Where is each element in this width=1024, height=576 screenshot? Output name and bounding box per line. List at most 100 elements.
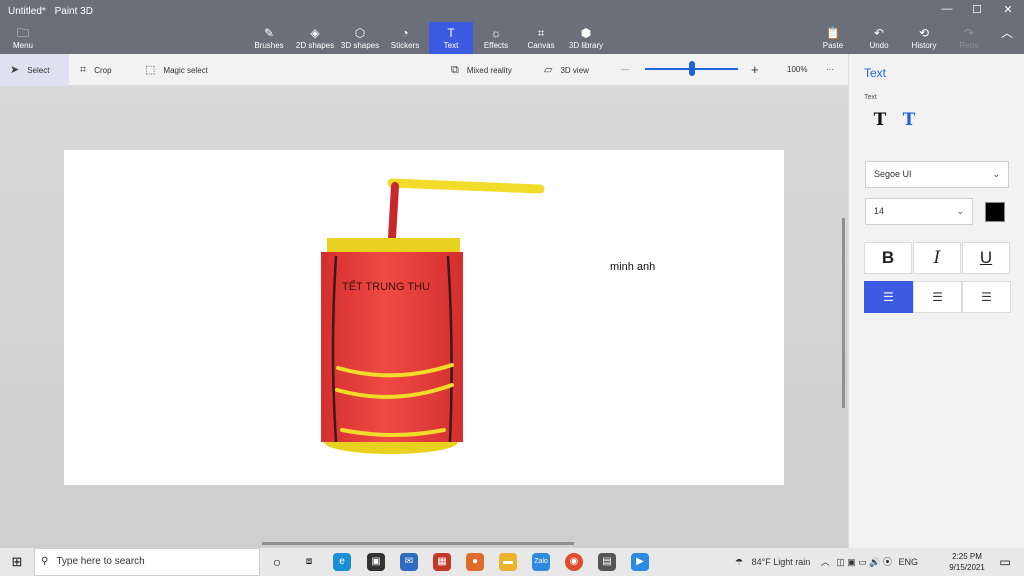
- zoom-slider-thumb[interactable]: [689, 61, 695, 76]
- file-explorer-icon[interactable]: ▬: [499, 553, 517, 571]
- 2d-shapes-label: 2D shapes: [295, 41, 335, 50]
- maximize-button[interactable]: ☐: [962, 3, 992, 19]
- vertical-scrollbar[interactable]: [842, 218, 845, 408]
- 2d-shapes-button[interactable]: ◈ 2D shapes: [294, 22, 336, 54]
- align-left-icon: ☰: [883, 290, 894, 304]
- paint3d-icon[interactable]: ●: [466, 553, 484, 571]
- document-title: Untitled*: [8, 6, 46, 17]
- effects-button[interactable]: ☼ Effects: [480, 22, 512, 54]
- align-right-button[interactable]: ☰: [962, 281, 1011, 313]
- clock[interactable]: 2:25 PM 9/15/2021: [946, 551, 988, 573]
- lantern-caption[interactable]: TẾT TRUNG THU: [342, 280, 430, 293]
- app-icon[interactable]: ▦: [433, 553, 451, 571]
- align-right-icon: ☰: [981, 290, 992, 304]
- lantern-top-cap[interactable]: [327, 238, 460, 254]
- text-tool-button[interactable]: T Text: [429, 22, 473, 54]
- search-placeholder: Type here to search: [56, 556, 145, 567]
- bold-button[interactable]: B: [864, 242, 912, 274]
- redo-label: Redo: [959, 41, 979, 50]
- canvas-label: Canvas: [527, 41, 555, 50]
- zoom-app-icon[interactable]: ▶: [631, 553, 649, 571]
- crop-button[interactable]: ⌗ Crop: [80, 54, 112, 86]
- zoom-level[interactable]: 100%: [787, 54, 807, 86]
- underline-button[interactable]: U: [962, 242, 1010, 274]
- 3d-library-button[interactable]: ⬢ 3D library: [566, 22, 606, 54]
- weather-text[interactable]: 84°F Light rain: [752, 557, 811, 567]
- more-options-button[interactable]: ···: [826, 54, 834, 86]
- paste-button[interactable]: 📋 Paste: [818, 22, 848, 54]
- zoom-in-button[interactable]: +: [751, 54, 759, 86]
- magic-select-button[interactable]: ⬚ Magic select: [145, 54, 208, 86]
- 2d-text-icon[interactable]: T: [869, 110, 891, 132]
- clock-time: 2:25 PM: [952, 552, 982, 561]
- close-button[interactable]: ✕: [993, 3, 1023, 19]
- store-icon[interactable]: ▣: [367, 553, 385, 571]
- history-button[interactable]: ⟲ History: [908, 22, 940, 54]
- zalo-icon[interactable]: Zalo: [532, 553, 550, 571]
- 3d-shapes-label: 3D shapes: [340, 41, 380, 50]
- window-title: Untitled* Paint 3D: [8, 6, 93, 17]
- canvas-button[interactable]: ⌗ Canvas: [526, 22, 556, 54]
- edge-icon[interactable]: e: [333, 553, 351, 571]
- align-center-button[interactable]: ☰: [913, 281, 962, 313]
- cube-icon: ⬡: [354, 26, 366, 40]
- chevron-up-icon: ︿: [1000, 26, 1013, 40]
- align-left-button[interactable]: ☰: [864, 281, 913, 313]
- font-size-dropdown[interactable]: 14 ⌄: [865, 198, 973, 225]
- clipboard-icon: 📋: [825, 26, 841, 40]
- 3d-shapes-button[interactable]: ⬡ 3D shapes: [339, 22, 381, 54]
- minimize-button[interactable]: —: [932, 3, 962, 19]
- canvas-artwork: TẾT TRUNG THU minh anh: [321, 178, 655, 454]
- cursor-icon: ➤: [10, 64, 20, 76]
- stickers-button[interactable]: ◔ Stickers: [387, 22, 423, 54]
- calculator-icon[interactable]: ▤: [598, 553, 616, 571]
- mail-icon[interactable]: ✉: [400, 553, 418, 571]
- redo-button[interactable]: ↷ Redo: [955, 22, 983, 54]
- notification-icon[interactable]: ▭: [996, 553, 1014, 571]
- select-button[interactable]: ➤ Select: [0, 54, 69, 86]
- mixed-reality-button[interactable]: ⧉ Mixed reality: [451, 54, 512, 86]
- horizontal-scrollbar[interactable]: [262, 542, 574, 545]
- weather-icon[interactable]: ☂: [735, 557, 743, 567]
- tray-icons[interactable]: ◫ ▣ ▭ 🔊 ⦿: [836, 557, 892, 567]
- undo-icon: ↶: [873, 26, 885, 40]
- windows-start-icon[interactable]: ⊞: [8, 553, 26, 571]
- collapse-ribbon-button[interactable]: ︿: [996, 22, 1018, 54]
- 3d-view-icon: ▱: [544, 64, 553, 76]
- stickers-label: Stickers: [390, 41, 420, 50]
- chevron-up-icon[interactable]: ︿: [821, 557, 830, 567]
- undo-button[interactable]: ↶ Undo: [864, 22, 894, 54]
- menu-button[interactable]: 🗀 Menu: [6, 22, 40, 54]
- cortana-icon[interactable]: ○: [268, 553, 286, 571]
- drawing-canvas[interactable]: TẾT TRUNG THU minh anh: [64, 150, 784, 485]
- name-caption[interactable]: minh anh: [610, 261, 655, 273]
- 3d-text-icon[interactable]: T: [898, 110, 920, 132]
- panel-subtitle: Text: [864, 94, 877, 101]
- history-icon: ⟲: [918, 26, 930, 40]
- crop-icon: ⌗: [80, 64, 87, 76]
- library-3d-icon: ⬢: [580, 26, 592, 40]
- font-family-dropdown[interactable]: Segoe UI ⌄: [865, 161, 1009, 188]
- language-indicator[interactable]: ENG: [899, 557, 919, 567]
- text-icon: T: [447, 26, 455, 40]
- search-icon: ⚲: [41, 556, 49, 567]
- chrome-icon[interactable]: ◉: [565, 553, 583, 571]
- zoom-out-button[interactable]: —: [621, 54, 629, 86]
- effects-icon: ☼: [490, 26, 502, 40]
- italic-button[interactable]: I: [913, 242, 961, 274]
- brushes-button[interactable]: ✎ Brushes: [252, 22, 286, 54]
- text-side-panel: Text Text T T Segoe UI ⌄ 14 ⌄ B I U ☰ ☰ …: [848, 54, 1024, 548]
- select-label: Select: [27, 66, 50, 75]
- lantern-stick[interactable]: [387, 178, 545, 194]
- chevron-down-icon: ⌄: [956, 206, 964, 216]
- task-view-icon[interactable]: ⧈: [300, 553, 318, 571]
- lantern-hanger[interactable]: [388, 182, 399, 242]
- font-size-value: 14: [874, 206, 885, 216]
- taskbar-search[interactable]: ⚲ Type here to search: [34, 548, 260, 576]
- mixed-reality-icon: ⧉: [451, 64, 459, 76]
- brush-icon: ✎: [263, 26, 275, 40]
- 3d-library-label: 3D library: [568, 41, 604, 50]
- text-color-swatch[interactable]: [985, 202, 1005, 222]
- 3d-view-button[interactable]: ▱ 3D view: [544, 54, 589, 86]
- panel-title: Text: [864, 66, 887, 80]
